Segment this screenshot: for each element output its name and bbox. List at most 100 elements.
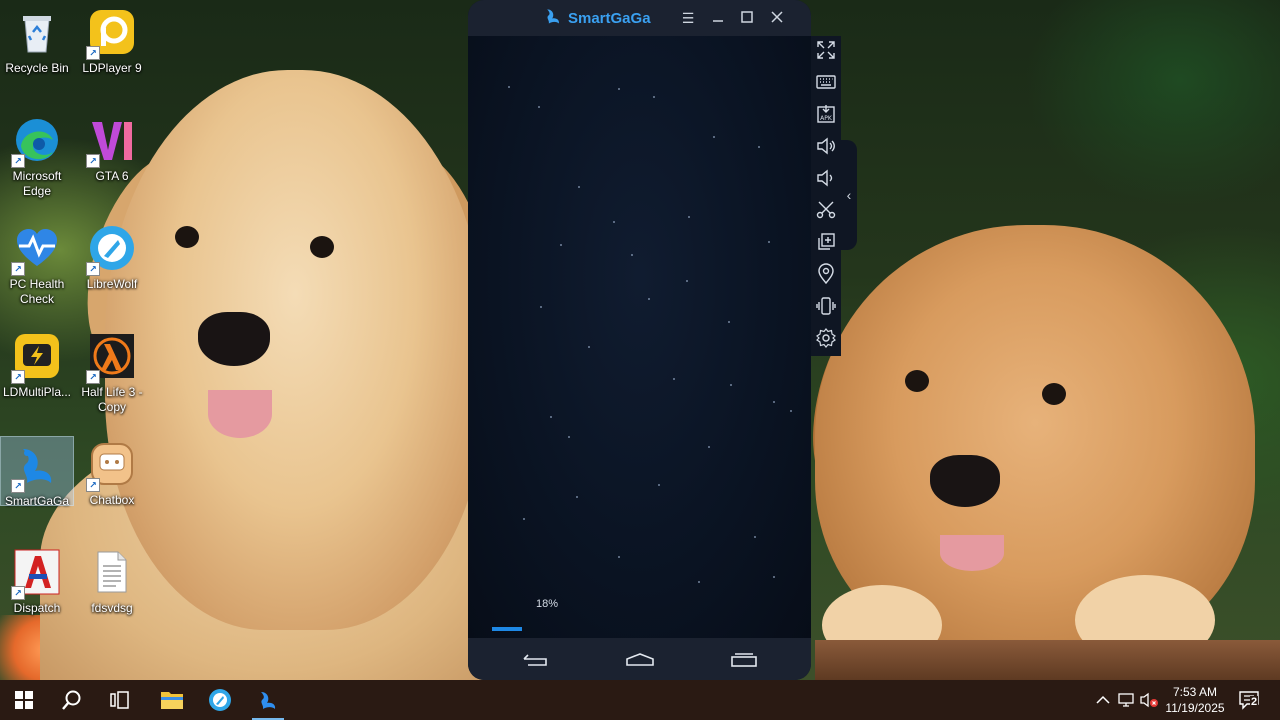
star: [686, 280, 688, 282]
volume-up-icon: [814, 137, 838, 162]
star: [653, 96, 655, 98]
desktop-icon-label: fdsvdsg: [91, 601, 133, 615]
emulator-side-toolbar: APK: [811, 36, 841, 356]
install-apk-button[interactable]: APK: [814, 102, 838, 126]
volume-up-button[interactable]: [814, 134, 838, 158]
pc-health-check-icon: ↗: [11, 224, 61, 276]
librewolf-taskbar-button[interactable]: [196, 680, 244, 720]
star: [613, 221, 615, 223]
maximize-icon: [741, 10, 753, 26]
fullscreen-button[interactable]: [814, 38, 838, 62]
volume-down-button[interactable]: [814, 166, 838, 190]
start-button[interactable]: [0, 680, 48, 720]
desktop-icon-pc-health-check[interactable]: ↗ PC Health Check: [0, 220, 74, 320]
recycle-bin-icon: [13, 8, 61, 56]
desktop-icon-half-life-3[interactable]: ↗ Half Life 3 - Copy: [75, 328, 149, 428]
shake-icon: [814, 297, 838, 322]
keyboard-mapping-button[interactable]: [814, 70, 838, 94]
desktop-icon-label: Half Life 3 - Copy: [81, 385, 143, 414]
smartgaga-window[interactable]: SmartGaGa ☰ 18%: [468, 0, 811, 680]
desktop-icon-chatbox[interactable]: ↗ Chatbox: [75, 436, 149, 536]
search-button[interactable]: [48, 680, 96, 720]
star: [588, 346, 590, 348]
search-icon: [61, 689, 83, 716]
desktop-icon-recycle-bin[interactable]: Recycle Bin: [0, 4, 74, 104]
close-icon: [771, 10, 783, 26]
network-tray-button[interactable]: [1116, 690, 1136, 710]
star: [730, 384, 732, 386]
wallpaper-eye: [905, 370, 929, 392]
smartgaga-logo-icon: [543, 6, 563, 31]
shortcut-arrow-icon: ↗: [86, 478, 100, 492]
file-explorer-taskbar-button[interactable]: [148, 680, 196, 720]
action-center-button[interactable]: 2: [1238, 690, 1264, 710]
desktop-icon-label: Chatbox: [89, 493, 135, 507]
volume-tray-button[interactable]: [1139, 690, 1159, 710]
desktop-icon-dispatch[interactable]: ↗ Dispatch: [0, 544, 74, 644]
volume-down-icon: [814, 169, 838, 194]
shortcut-arrow-icon: ↗: [86, 262, 100, 276]
android-home-button[interactable]: [625, 650, 655, 670]
taskbar-clock[interactable]: 7:53 AM 11/19/2025: [1160, 684, 1230, 716]
desktop-icon-label: LibreWolf: [86, 277, 138, 291]
star: [618, 556, 620, 558]
settings-button[interactable]: [814, 326, 838, 350]
desktop-icon-librewolf[interactable]: ↗ LibreWolf: [75, 220, 149, 320]
sidebar-collapse-tab[interactable]: ‹: [841, 140, 857, 250]
location-button[interactable]: [814, 262, 838, 286]
wallpaper-eye: [310, 236, 334, 258]
window-title-bar[interactable]: SmartGaGa ☰: [468, 0, 811, 36]
emulator-screen[interactable]: [468, 36, 811, 638]
star: [568, 436, 570, 438]
edge-icon: ↗: [11, 116, 61, 168]
shortcut-arrow-icon: ↗: [11, 154, 25, 168]
star: [538, 106, 540, 108]
wallpaper-plank: [815, 640, 1280, 680]
librewolf-icon: ↗: [86, 224, 136, 276]
menu-button[interactable]: ☰: [678, 8, 698, 28]
multi-instance-icon: [814, 233, 838, 258]
multi-instance-button[interactable]: [814, 230, 838, 254]
file-explorer-icon: [160, 689, 184, 716]
desktop-icon-fdsvdsg[interactable]: fdsvdsg: [75, 544, 149, 644]
desktop-icon-ldplayer[interactable]: ↗ LDPlayer 9: [75, 4, 149, 104]
star: [673, 378, 675, 380]
wallpaper-nose: [930, 455, 1000, 507]
star: [768, 241, 770, 243]
desktop-icon-smartgaga[interactable]: ↗ SmartGaGa: [0, 436, 74, 508]
svg-text:APK: APK: [820, 115, 833, 122]
star: [578, 186, 580, 188]
star: [790, 410, 792, 412]
android-recents-button[interactable]: [729, 650, 759, 670]
maximize-button[interactable]: [737, 8, 757, 28]
screenshot-button[interactable]: [814, 198, 838, 222]
shortcut-arrow-icon: ↗: [11, 586, 25, 600]
desktop-icon-microsoft-edge[interactable]: ↗ Microsoft Edge: [0, 112, 74, 212]
star: [728, 321, 730, 323]
smartgaga-icon: ↗: [11, 441, 61, 493]
desktop-icon-ldmultiplayer[interactable]: ↗ LDMultiPla...: [0, 328, 74, 428]
star: [773, 401, 775, 403]
window-title: SmartGaGa: [568, 9, 651, 27]
chevron-up-icon: [1093, 695, 1113, 714]
task-view-button[interactable]: [96, 680, 144, 720]
star: [618, 88, 620, 90]
desktop-icon-gta6[interactable]: ↗ GTA 6: [75, 112, 149, 212]
minimize-icon: [712, 10, 724, 26]
desktop-icon-label: PC Health Check: [9, 277, 65, 306]
close-button[interactable]: [767, 8, 787, 28]
shake-button[interactable]: [814, 294, 838, 318]
android-back-button[interactable]: [520, 650, 550, 670]
wallpaper-eye: [1042, 383, 1066, 405]
shortcut-arrow-icon: ↗: [86, 370, 100, 384]
minimize-button[interactable]: [708, 8, 728, 28]
back-arrow-icon: [520, 654, 550, 674]
volume-muted-icon: [1139, 692, 1159, 714]
star: [523, 518, 525, 520]
star: [560, 244, 562, 246]
hamburger-menu-icon: ☰: [681, 10, 695, 26]
show-hidden-icons-button[interactable]: [1093, 690, 1113, 710]
shortcut-arrow-icon: ↗: [86, 46, 100, 60]
desktop-icon-label: Microsoft Edge: [12, 169, 62, 198]
smartgaga-taskbar-button[interactable]: [244, 680, 292, 720]
